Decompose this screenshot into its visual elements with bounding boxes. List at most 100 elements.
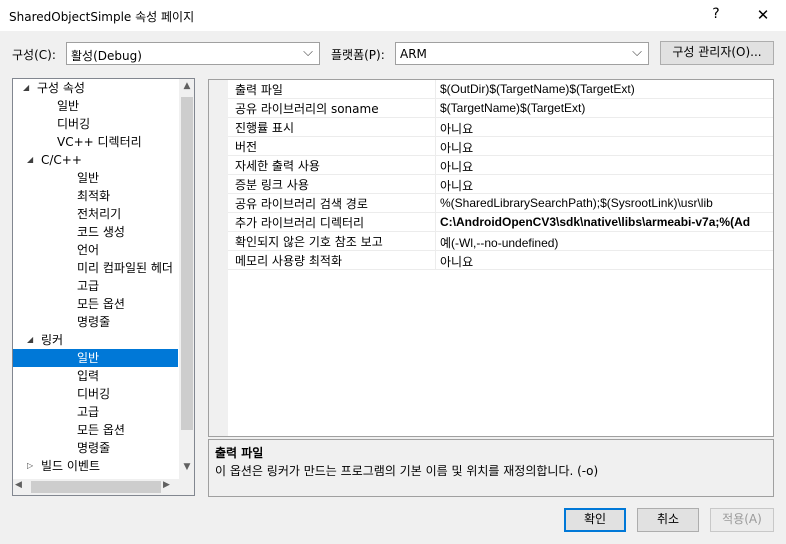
tree-item[interactable]: 일반 [13,169,178,187]
tree-item-label: 언어 [77,243,100,257]
property-value[interactable]: %(SharedLibrarySearchPath);$(SysrootLink… [440,196,773,210]
tree-item[interactable]: 모든 옵션 [13,421,178,439]
tree-item[interactable]: 모든 옵션 [13,295,178,313]
property-row[interactable]: 확인되지 않은 기호 참조 보고 예(-Wl,--no-undefined) [228,232,773,251]
scrollbar-corner [179,479,194,495]
property-value[interactable]: C:\AndroidOpenCV3\sdk\native\libs\armeab… [440,215,773,229]
property-value[interactable]: $(TargetName)$(TargetExt) [440,101,773,115]
scroll-left-icon[interactable]: ◀ [15,480,22,490]
property-row[interactable]: 버전 아니요 [228,137,773,156]
configuration-dropdown[interactable]: 활성(Debug) ⌵ [66,42,320,65]
tree-expander-icon[interactable]: ◢ [27,331,37,349]
platform-dropdown[interactable]: ARM ⌵ [395,42,649,65]
property-value[interactable]: $(OutDir)$(TargetName)$(TargetExt) [440,82,773,96]
configuration-label: 구성(C): [12,48,56,62]
tree-horizontal-scrollbar[interactable]: ◀ ▶ [13,479,179,495]
property-value[interactable]: 예(-Wl,--no-undefined) [440,234,773,251]
property-row[interactable]: 공유 라이브러리의 soname $(TargetName)$(TargetExt… [228,99,773,118]
configuration-value: 활성(Debug) [71,49,142,63]
tree-vertical-scrollbar[interactable]: ▲ ▼ [179,79,194,479]
tree-item[interactable]: 언어 [13,241,178,259]
chevron-down-icon: ⌵ [632,45,642,60]
tree-item[interactable]: 최적화 [13,187,178,205]
property-value[interactable]: 아니요 [440,158,773,175]
apply-button[interactable]: 적용(A) [710,508,774,532]
property-name: 증분 링크 사용 [235,178,309,192]
property-row[interactable]: 자세한 출력 사용 아니요 [228,156,773,175]
property-value[interactable]: 아니요 [440,253,773,270]
tree-item-label: 전처리기 [77,207,122,221]
tree-item[interactable]: ▷ 빌드 이벤트 [13,457,178,475]
cancel-button[interactable]: 취소 [637,508,699,532]
tree-expander-icon[interactable]: ◢ [27,151,37,169]
scroll-down-icon[interactable]: ▼ [179,462,194,472]
tree-item[interactable]: 명령줄 [13,439,178,457]
tree-item[interactable]: 디버깅 [13,385,178,403]
tree-item[interactable]: 코드 생성 [13,223,178,241]
property-name: 버전 [235,140,258,154]
column-divider [435,194,436,213]
tree-item[interactable]: 디버깅 [13,115,178,133]
platform-label: 플랫폼(P): [331,48,385,62]
configuration-manager-button[interactable]: 구성 관리자(O)... [660,41,774,65]
scrollbar-thumb[interactable] [31,481,161,493]
property-row[interactable]: 메모리 사용량 최적화 아니요 [228,251,773,270]
column-divider [435,232,436,251]
tree-item[interactable]: 전처리기 [13,205,178,223]
property-row[interactable]: 추가 라이브러리 디렉터리 C:\AndroidOpenCV3\sdk\nativ… [228,213,773,232]
tree-item[interactable]: VC++ 디렉터리 [13,133,178,151]
tree-item[interactable]: ◢ C/C++ [13,151,178,169]
property-name: 확인되지 않은 기호 참조 보고 [235,235,383,249]
tree-item[interactable]: 고급 [13,403,178,421]
property-name: 자세한 출력 사용 [235,159,320,173]
scrollbar-thumb[interactable] [181,97,193,430]
scroll-right-icon[interactable]: ▶ [163,480,170,490]
property-row[interactable]: 증분 링크 사용 아니요 [228,175,773,194]
property-name: 진행률 표시 [235,121,295,135]
tree-item[interactable]: 미리 컴파일된 헤더 [13,259,178,277]
column-divider [435,156,436,175]
tree-item-label: 일반 [77,171,100,185]
tree-item-label: 최적화 [77,189,111,203]
tree-item[interactable]: ◢ 구성 속성 [13,79,178,97]
property-grid[interactable]: 출력 파일 $(OutDir)$(TargetName)$(TargetExt) 공… [208,79,774,437]
tree-item-label: 디버깅 [77,387,111,401]
tree-item-label: 고급 [77,405,100,419]
tree-item[interactable]: 명령줄 [13,313,178,331]
property-name: 메모리 사용량 최적화 [235,254,342,268]
tree-item-label: 디버깅 [57,117,91,131]
property-value[interactable]: 아니요 [440,177,773,194]
close-button[interactable]: ✕ [754,6,772,24]
tree-item-label: 일반 [57,99,80,113]
property-row[interactable]: 출력 파일 $(OutDir)$(TargetName)$(TargetExt) [228,80,773,99]
tree-item-label: 입력 [77,369,100,383]
tree-item-label: 미리 컴파일된 헤더 [77,261,173,275]
property-row[interactable]: 진행률 표시 아니요 [228,118,773,137]
column-divider [435,80,436,99]
description-title: 출력 파일 [215,446,264,460]
tree-item[interactable]: ◢ 링커 [13,331,178,349]
tree-item-label: C/C++ [41,153,82,167]
property-name: 추가 라이브러리 디렉터리 [235,216,365,230]
property-row[interactable]: 공유 라이브러리 검색 경로 %(SharedLibrarySearchPath)… [228,194,773,213]
tree-item[interactable]: 일반 [13,349,178,367]
property-value[interactable]: 아니요 [440,120,773,137]
tree-expander-icon[interactable]: ▷ [27,457,37,475]
tree-item-label: 일반 [77,351,100,365]
column-divider [435,99,436,118]
property-value[interactable]: 아니요 [440,139,773,156]
column-divider [435,118,436,137]
window-title: SharedObjectSimple 속성 페이지 [9,10,195,24]
grid-gutter [209,80,228,436]
tree-item[interactable]: 입력 [13,367,178,385]
help-button[interactable]: ? [708,6,724,22]
tree-item-label: 모든 옵션 [77,297,125,311]
property-name: 공유 라이브러리의 soname [235,102,379,116]
property-tree[interactable]: ◢ 구성 속성 일반 디버깅 VC++ 디렉터리 ◢ C/C++ 일반 최적화 전처리기 코드 생성… [12,78,195,496]
scroll-up-icon[interactable]: ▲ [179,81,194,91]
tree-item[interactable]: 고급 [13,277,178,295]
ok-button[interactable]: 확인 [564,508,626,532]
tree-item-label: 명령줄 [77,441,111,455]
tree-expander-icon[interactable]: ◢ [23,79,33,97]
tree-item[interactable]: 일반 [13,97,178,115]
